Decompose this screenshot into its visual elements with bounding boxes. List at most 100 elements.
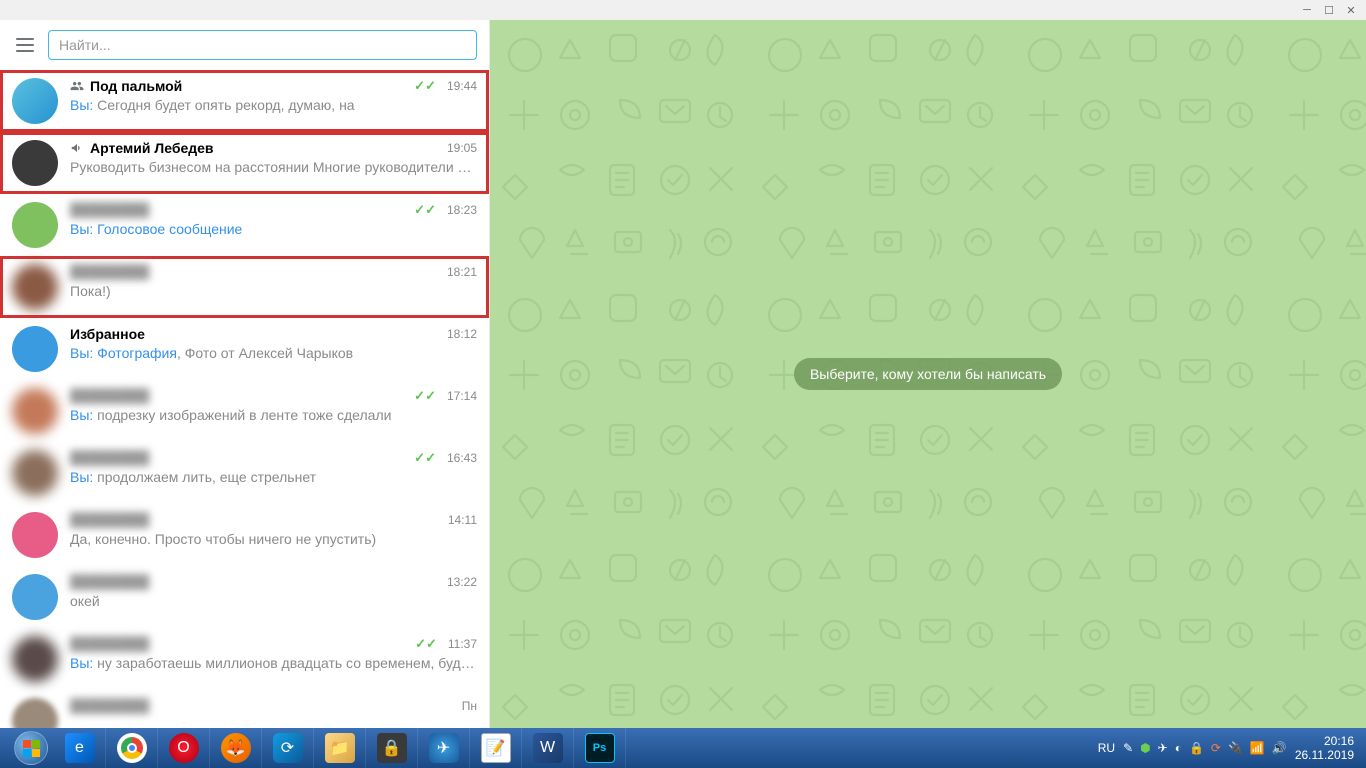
tray-telegram-icon[interactable]: ✈ xyxy=(1158,741,1168,755)
chat-top-row: Избранное18:12 xyxy=(70,326,477,342)
read-checks-icon: ✓✓ xyxy=(414,78,436,94)
channel-icon xyxy=(70,141,84,155)
read-checks-icon: ✓✓ xyxy=(414,450,436,466)
chat-time: 18:23 xyxy=(447,203,477,217)
chat-time: 17:14 xyxy=(447,389,477,403)
avatar xyxy=(12,202,58,248)
chat-list[interactable]: Под пальмой✓✓19:44Вы: Сегодня будет опят… xyxy=(0,70,489,728)
window-titlebar: ─ ☐ ✕ xyxy=(0,0,1366,20)
taskbar-app-swirl[interactable]: ⟳ xyxy=(262,728,314,768)
read-checks-icon: ✓✓ xyxy=(414,202,436,218)
avatar xyxy=(12,140,58,186)
chat-time: 11:37 xyxy=(448,637,477,651)
maximize-button[interactable]: ☐ xyxy=(1322,3,1336,17)
taskbar-notepad[interactable]: 📝 xyxy=(470,728,522,768)
chat-name: ████████ xyxy=(70,388,414,404)
taskbar-photoshop[interactable]: Ps xyxy=(574,728,626,768)
chat-item[interactable]: ████████✓✓ 11:37 Вы: ну заработаешь миллио… xyxy=(0,628,489,690)
group-icon xyxy=(70,79,84,93)
chat-name: Избранное xyxy=(70,326,439,342)
start-button[interactable] xyxy=(8,728,54,768)
tray-pen-icon[interactable]: ✎ xyxy=(1123,741,1133,755)
chat-item[interactable]: ████████ 14:11 Да, конечно. Просто чтобы н… xyxy=(0,504,489,566)
read-checks-icon: ✓✓ xyxy=(414,388,436,404)
tray-lang[interactable]: RU xyxy=(1098,741,1115,755)
chat-content: Избранное18:12 Вы: Фотография, Фото от Ал… xyxy=(70,326,477,361)
chat-top-row: ████████✓✓ 11:37 xyxy=(70,636,477,652)
chat-item[interactable]: Под пальмой✓✓19:44Вы: Сегодня будет опят… xyxy=(0,70,489,132)
chat-name: ████████ xyxy=(70,574,439,590)
chat-preview: Вы: подрезку изображений в ленте тоже сд… xyxy=(70,407,477,423)
chat-name: ████████ xyxy=(70,512,440,528)
chat-item[interactable]: ████████✓✓ 17:14 Вы: подрезку изображений … xyxy=(0,380,489,442)
read-checks-icon: ✓✓ xyxy=(415,636,437,652)
chat-preview: окей xyxy=(70,593,477,609)
chat-item[interactable]: ████████✓✓16:43Вы: продолжаем лить, еще … xyxy=(0,442,489,504)
chat-name: ████████ xyxy=(70,698,454,714)
taskbar: e O 🦊 ⟳ 📁 🔒 ✈ 📝 W Ps RU ✎ ⬢ ✈ ◐ 🔒 ⟳ 🔌 📶 … xyxy=(0,728,1366,768)
app-main: Под пальмой✓✓19:44Вы: Сегодня будет опят… xyxy=(0,20,1366,728)
avatar xyxy=(12,574,58,620)
chat-item[interactable]: ████████✓✓18:23Вы: Голосовое сообщение xyxy=(0,194,489,256)
chat-top-row: Артемий Лебедев19:05 xyxy=(70,140,477,156)
chat-top-row: ████████✓✓ 17:14 xyxy=(70,388,477,404)
chat-time: 14:11 xyxy=(448,513,477,527)
avatar xyxy=(12,78,58,124)
tray-shield-icon[interactable]: ⬢ xyxy=(1140,741,1150,755)
tray-network-icon[interactable]: 📶 xyxy=(1250,741,1265,755)
tray-clock[interactable]: 20:16 26.11.2019 xyxy=(1295,734,1358,763)
system-tray[interactable]: RU ✎ ⬢ ✈ ◐ 🔒 ⟳ 🔌 📶 🔊 20:16 26.11.2019 xyxy=(1098,734,1358,763)
chat-top-row: ████████✓✓16:43 xyxy=(70,450,477,466)
search-box[interactable] xyxy=(48,30,477,60)
taskbar-telegram[interactable]: ✈ xyxy=(418,728,470,768)
avatar xyxy=(12,636,58,682)
chat-preview: Да, конечно. Просто чтобы ничего не упус… xyxy=(70,531,477,547)
chat-name: Под пальмой xyxy=(90,78,414,94)
taskbar-explorer[interactable]: 📁 xyxy=(314,728,366,768)
taskbar-opera[interactable]: O xyxy=(158,728,210,768)
chat-top-row: ████████13:22 xyxy=(70,574,477,590)
close-button[interactable]: ✕ xyxy=(1344,3,1358,17)
menu-icon[interactable] xyxy=(16,38,34,52)
avatar xyxy=(12,450,58,496)
chat-preview: Руководить бизнесом на расстоянии Многие… xyxy=(70,159,477,175)
chat-content: ████████✓✓18:23Вы: Голосовое сообщение xyxy=(70,202,477,237)
chat-name: ████████ xyxy=(70,636,415,652)
search-input[interactable] xyxy=(59,37,466,53)
avatar xyxy=(12,512,58,558)
chat-content: ████████✓✓ 17:14 Вы: подрезку изображений … xyxy=(70,388,477,423)
chat-item[interactable]: ████████18:21Пока!) xyxy=(0,256,489,318)
chat-item[interactable]: Избранное18:12 Вы: Фотография, Фото от Ал… xyxy=(0,318,489,380)
avatar xyxy=(12,326,58,372)
taskbar-chrome[interactable] xyxy=(106,728,158,768)
tray-power-icon[interactable]: 🔌 xyxy=(1228,741,1243,755)
minimize-button[interactable]: ─ xyxy=(1300,3,1314,17)
taskbar-ie[interactable]: e xyxy=(54,728,106,768)
taskbar-keepass[interactable]: 🔒 xyxy=(366,728,418,768)
chat-content: ████████✓✓ 11:37 Вы: ну заработаешь миллио… xyxy=(70,636,477,671)
chat-content: ████████18:21Пока!) xyxy=(70,264,477,299)
tray-circle-icon[interactable]: ◐ xyxy=(1175,741,1182,755)
chat-time: 19:05 xyxy=(447,141,477,155)
taskbar-apps: e O 🦊 ⟳ 📁 🔒 ✈ 📝 W Ps xyxy=(54,728,626,768)
taskbar-word[interactable]: W xyxy=(522,728,574,768)
avatar xyxy=(12,388,58,434)
tray-volume-icon[interactable]: 🔊 xyxy=(1272,741,1287,755)
chat-item[interactable]: ████████13:22 окей xyxy=(0,566,489,628)
chat-name: ████████ xyxy=(70,450,414,466)
chat-preview: Вы: ну заработаешь миллионов двадцать со… xyxy=(70,655,477,671)
chat-top-row: ████████18:21 xyxy=(70,264,477,280)
chat-content: ████████ Пн xyxy=(70,698,477,717)
header-row xyxy=(0,20,489,70)
tray-lock-icon[interactable]: 🔒 xyxy=(1189,741,1204,755)
chat-content: Артемий Лебедев19:05 Руководить бизнесом … xyxy=(70,140,477,175)
chat-preview: Вы: Фотография, Фото от Алексей Чарыков xyxy=(70,345,477,361)
chat-preview: Вы: Голосовое сообщение xyxy=(70,221,477,237)
tray-sync-icon[interactable]: ⟳ xyxy=(1211,741,1221,755)
chat-time: Пн xyxy=(462,699,477,713)
chat-item[interactable]: ████████ Пн xyxy=(0,690,489,728)
chat-top-row: ████████ 14:11 xyxy=(70,512,477,528)
taskbar-firefox[interactable]: 🦊 xyxy=(210,728,262,768)
chat-item[interactable]: Артемий Лебедев19:05 Руководить бизнесом … xyxy=(0,132,489,194)
tray-icons[interactable]: ✎ ⬢ ✈ ◐ 🔒 ⟳ 🔌 📶 🔊 xyxy=(1123,741,1287,755)
